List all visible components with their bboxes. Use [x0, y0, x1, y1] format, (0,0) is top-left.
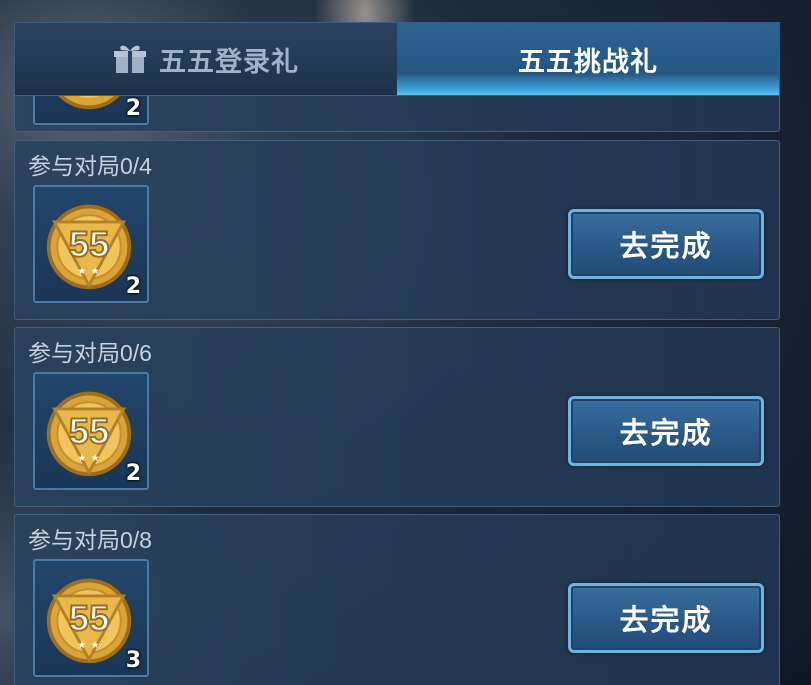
gift-icon	[114, 45, 146, 73]
55-coin-icon: 55 ★ ★	[46, 578, 132, 664]
task-row: 参与对局0/6 55 ★ ★ 2 去完成	[14, 327, 780, 507]
svg-text:55: 55	[69, 411, 110, 452]
tab-bar: 五五登录礼 五五挑战礼	[14, 22, 780, 96]
task-row: 参与对局0/4 55 ★ ★ 2 去完成	[14, 140, 780, 320]
task-progress-label: 参与对局0/6	[28, 340, 152, 366]
task-progress-label: 参与对局0/4	[28, 153, 152, 179]
challenge-panel: 2 五五登录礼 五五挑战礼 参与对局0/4 55 ★ ★ 2 去完成 参与对局0…	[14, 22, 780, 685]
svg-text:55: 55	[69, 598, 110, 639]
reward-count: 3	[125, 648, 141, 673]
tab-login-gift[interactable]: 五五登录礼	[15, 23, 397, 95]
svg-text:★: ★	[77, 640, 86, 651]
svg-text:★: ★	[91, 640, 100, 651]
reward-box[interactable]: 55 ★ ★ 2	[33, 372, 149, 490]
reward-count: 2	[125, 274, 141, 299]
go-complete-button[interactable]: 去完成	[568, 209, 764, 279]
task-row: 参与对局0/8 55 ★ ★ 3 去完成	[14, 514, 780, 685]
tab-challenge-gift-label: 五五挑战礼	[518, 46, 658, 78]
svg-text:★: ★	[77, 266, 86, 277]
tab-challenge-gift[interactable]: 五五挑战礼	[397, 23, 779, 95]
tab-login-gift-label: 五五登录礼	[159, 46, 299, 78]
reward-count: 2	[125, 96, 141, 121]
reward-box[interactable]: 55 ★ ★ 2	[33, 185, 149, 303]
svg-text:★: ★	[77, 453, 86, 464]
go-complete-button[interactable]: 去完成	[568, 583, 764, 653]
task-progress-label: 参与对局0/8	[28, 527, 152, 553]
svg-text:★: ★	[91, 453, 100, 464]
reward-count: 2	[125, 461, 141, 486]
55-coin-icon: 55 ★ ★	[46, 391, 132, 477]
55-coin-icon: 55 ★ ★	[46, 204, 132, 290]
reward-box[interactable]: 55 ★ ★ 3	[33, 559, 149, 677]
svg-text:★: ★	[91, 266, 100, 277]
svg-text:55: 55	[69, 224, 110, 265]
go-complete-button[interactable]: 去完成	[568, 396, 764, 466]
